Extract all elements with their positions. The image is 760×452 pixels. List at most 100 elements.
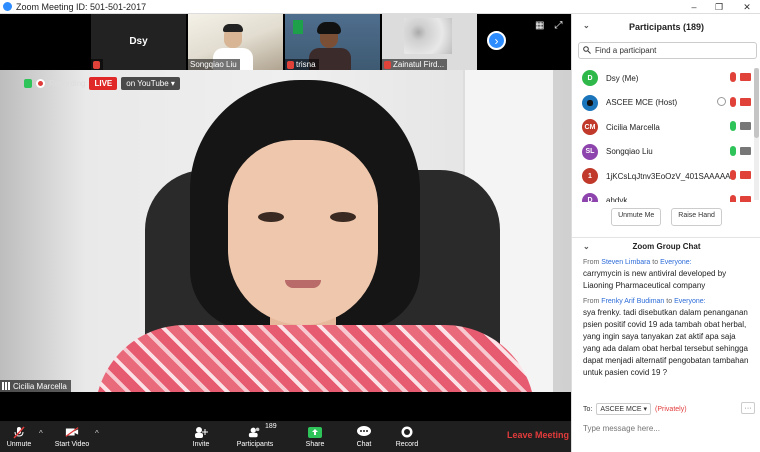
next-page-button[interactable]: › [487, 31, 506, 50]
profile-picture [404, 18, 452, 54]
participant-row[interactable]: 1 1jKCsLqJtnv3EoOzV_401SAAAAAI [572, 164, 760, 189]
video-on-icon[interactable] [740, 122, 751, 130]
thumbnail-video[interactable]: trisna [285, 14, 380, 70]
unmute-button[interactable]: Unmute [6, 421, 32, 452]
participant-list-scrollbar[interactable] [754, 68, 759, 200]
minimize-button[interactable]: – [683, 0, 705, 14]
start-video-button[interactable]: Start Video [52, 421, 92, 452]
chat-button[interactable]: Chat [352, 421, 376, 452]
meeting-toolbar: Unmute ^ Start Video ^ Invite Participan… [0, 421, 571, 452]
recipient-value: ASCEE MCE [600, 406, 642, 413]
participant-row[interactable]: SL Songqiao Liu [572, 140, 760, 165]
thumbnail-name-tag: Songqiao Liu [188, 59, 240, 70]
muted-mic-icon [384, 60, 391, 69]
leave-meeting-button[interactable]: Leave Meeting [507, 430, 569, 440]
audio-options-caret-icon[interactable]: ^ [39, 429, 43, 438]
participant-name: ahdyk [606, 196, 628, 202]
recording-icon [36, 78, 45, 88]
video-off-icon[interactable] [740, 195, 751, 202]
lock-icon [24, 78, 32, 88]
chat-messages: From Steven Limbara to Everyone: carrymy… [583, 258, 755, 384]
avatar: 1 [582, 168, 598, 185]
participant-row[interactable]: CM Cicilia Marcella [572, 115, 760, 140]
participant-name: 1jKCsLqJtnv3EoOzV_401SAAAAAI [606, 171, 733, 181]
participant-search-input[interactable]: Find a participant [578, 42, 757, 59]
message-recipient[interactable]: Everyone: [674, 298, 706, 305]
speaker-name: Cicilia Marcella [13, 381, 67, 391]
active-speaker-video [0, 70, 571, 392]
scrollbar-thumb[interactable] [754, 68, 759, 138]
muted-mic-icon[interactable] [730, 170, 736, 180]
thumbnail-name-tag: trisna [285, 59, 319, 70]
muted-mic-icon[interactable] [730, 96, 736, 107]
record-button[interactable]: Record [394, 421, 420, 452]
video-area: Dsy Songqiao Liu trisna Zainatul Fird...… [0, 14, 571, 421]
gallery-view-icon[interactable]: ▦ [535, 20, 544, 31]
participant-status-icons [730, 72, 751, 82]
unmute-me-button[interactable]: Unmute Me [611, 208, 662, 226]
more-options-button[interactable]: ··· [741, 402, 755, 414]
recipient-label: To: [583, 405, 593, 413]
share-screen-icon [308, 426, 322, 439]
avatar: D [582, 70, 598, 87]
mic-on-icon[interactable] [730, 145, 736, 156]
invite-button[interactable]: Invite [188, 421, 214, 452]
participant-row[interactable]: ASCEE MCE (Host) [572, 91, 760, 116]
participant-name: Dsy (Me) [606, 73, 639, 83]
muted-mic-icon[interactable] [730, 194, 736, 202]
muted-mic-icon[interactable] [730, 72, 736, 82]
participant-row[interactable]: D Dsy (Me) [572, 66, 760, 91]
message-sender[interactable]: Frenky Arif Budiman [601, 298, 664, 305]
participant-actions: Unmute Me Raise Hand [572, 208, 760, 226]
video-off-icon[interactable] [740, 171, 751, 179]
chevron-down-icon[interactable]: ⌄ [583, 21, 590, 30]
recording-status: Recording [49, 78, 86, 88]
video-off-icon[interactable] [740, 97, 751, 106]
share-label: Share [305, 440, 325, 448]
zoom-logo-icon [3, 2, 12, 11]
video-options-caret-icon[interactable]: ^ [95, 429, 99, 438]
participant-status-icons [730, 170, 751, 180]
title-bar: Zoom Meeting ID: 501-501-2017 – ❐ ✕ [0, 0, 760, 14]
maximize-button[interactable]: ❐ [708, 0, 730, 14]
participant-row[interactable]: D ahdyk [572, 189, 760, 202]
fullscreen-icon[interactable]: ⤢ [554, 20, 562, 31]
chat-label: Chat [356, 440, 372, 448]
thumbnail-video[interactable]: Zainatul Fird... [382, 14, 477, 70]
participant-name: Songqiao Liu [606, 147, 653, 157]
message-sender[interactable]: Steven Limbara [601, 259, 650, 266]
add-user-icon [194, 426, 208, 439]
chat-recipient-row: To: ASCEE MCE ▾ (Privately) ··· [583, 402, 755, 416]
participant-count-badge: 189 [265, 423, 277, 430]
thumbnail-video[interactable]: Dsy [91, 14, 186, 70]
video-on-icon[interactable] [740, 146, 751, 155]
chat-bubble-icon [357, 426, 371, 439]
thumbnail-video[interactable]: Songqiao Liu [188, 14, 283, 70]
mic-on-icon[interactable] [730, 121, 736, 131]
chevron-down-icon: ▾ [643, 406, 648, 413]
close-button[interactable]: ✕ [736, 0, 758, 14]
thumbnail-name: Zainatul Fird... [393, 60, 445, 69]
live-badge: LIVE [89, 76, 118, 90]
raise-hand-button[interactable]: Raise Hand [671, 208, 722, 226]
participant-status-icons [730, 121, 751, 131]
livestream-destination-dropdown[interactable]: on YouTube ▾ [121, 76, 180, 90]
muted-mic-icon [287, 60, 294, 69]
share-button[interactable]: Share [303, 421, 327, 452]
chat-message-input[interactable] [577, 418, 757, 438]
chevron-down-icon[interactable]: ⌄ [583, 242, 590, 251]
to-label: to [666, 298, 673, 305]
start-video-label: Start Video [54, 440, 90, 448]
participant-name: ASCEE MCE (Host) [606, 98, 678, 108]
from-label: From [583, 259, 600, 266]
thumbnail-strip: Dsy Songqiao Liu trisna Zainatul Fird... [91, 14, 480, 70]
participant-status-icons [730, 145, 751, 156]
video-off-icon[interactable] [740, 73, 751, 81]
speaker-name-tag: Cicilia Marcella [0, 380, 71, 392]
window-title: Zoom Meeting ID: 501-501-2017 [16, 1, 147, 12]
message-recipient[interactable]: Everyone: [660, 259, 692, 266]
message-text: sya frenky. tadi disebutkan dalam penang… [583, 308, 749, 377]
view-controls: ▦ ⤢ [535, 20, 562, 31]
record-icon [400, 426, 414, 439]
recipient-dropdown[interactable]: ASCEE MCE ▾ [596, 403, 652, 415]
